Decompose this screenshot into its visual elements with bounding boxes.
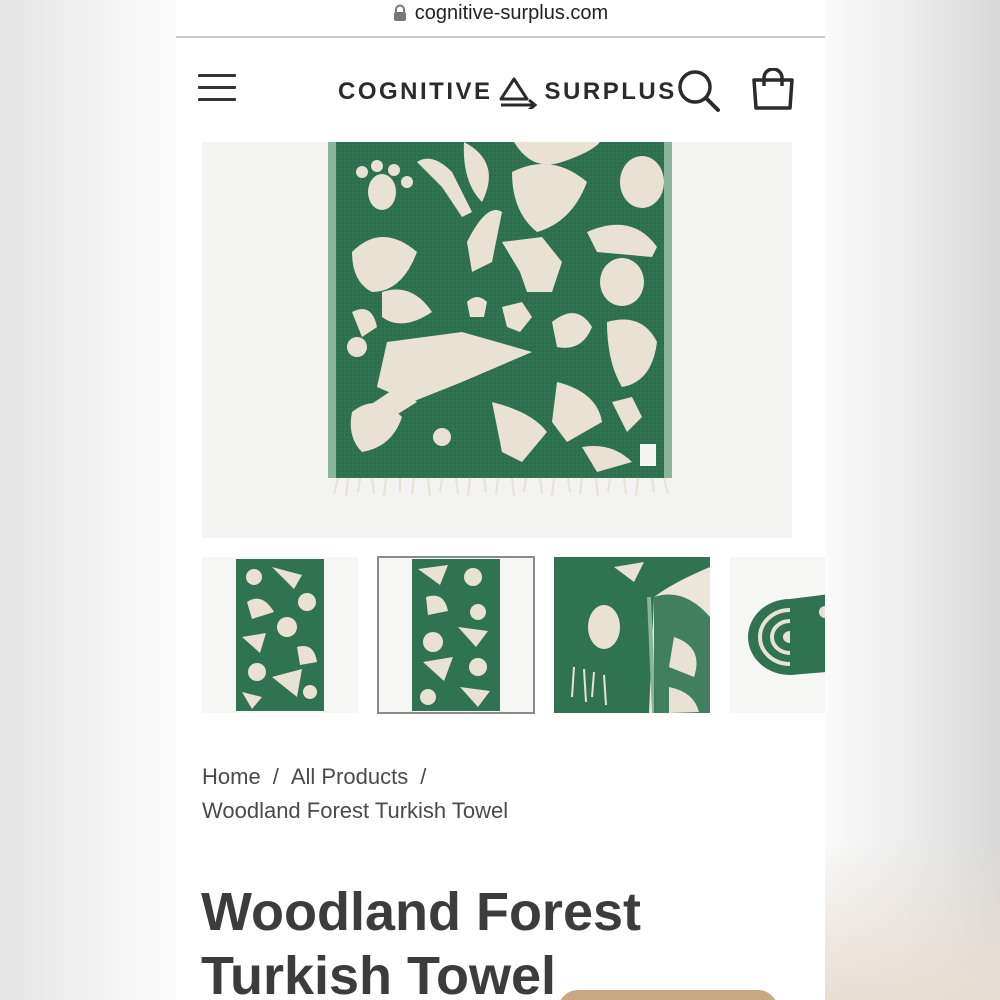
delta-arrow-logo-icon bbox=[499, 75, 539, 112]
product-main-image[interactable] bbox=[202, 142, 792, 538]
hamburger-menu-icon[interactable] bbox=[198, 71, 238, 105]
breadcrumb-separator: / bbox=[272, 764, 279, 789]
breadcrumb-home-link[interactable]: Home bbox=[202, 764, 261, 789]
phone-screen: cognitive-surplus.com COGNITIVE SURPLUS bbox=[176, 0, 825, 1000]
thumbnail-towel-full-selected[interactable] bbox=[377, 556, 535, 714]
site-logo[interactable]: COGNITIVE SURPLUS bbox=[338, 74, 677, 112]
floating-action-button[interactable] bbox=[558, 990, 778, 1000]
thumbnail-towel-full[interactable] bbox=[202, 557, 358, 713]
thumbnail-towel-corner-closeup[interactable] bbox=[554, 557, 710, 713]
logo-text-left: COGNITIVE bbox=[338, 78, 493, 105]
product-title-line1: Woodland Forest bbox=[201, 882, 641, 942]
shopping-bag-icon[interactable] bbox=[750, 67, 796, 112]
logo-text-right: SURPLUS bbox=[544, 78, 677, 105]
breadcrumb-separator: / bbox=[420, 764, 427, 789]
breadcrumb-all-products-link[interactable]: All Products bbox=[291, 764, 408, 789]
browser-url-bar[interactable]: cognitive-surplus.com bbox=[176, 0, 825, 38]
product-title: Woodland Forest Turkish Towel bbox=[201, 880, 801, 1000]
url-text: cognitive-surplus.com bbox=[414, 1, 609, 24]
thumbnail-towel-rolled[interactable] bbox=[730, 557, 825, 713]
product-thumbnails bbox=[202, 556, 825, 714]
background-right bbox=[825, 0, 1000, 1000]
breadcrumb: Home / All Products / Woodland Forest Turki… bbox=[202, 760, 802, 828]
background-left bbox=[0, 0, 176, 1000]
search-icon[interactable] bbox=[676, 68, 722, 114]
site-header: COGNITIVE SURPLUS bbox=[176, 38, 825, 142]
breadcrumb-current: Woodland Forest Turkish Towel bbox=[202, 798, 509, 823]
lock-icon bbox=[393, 4, 407, 22]
